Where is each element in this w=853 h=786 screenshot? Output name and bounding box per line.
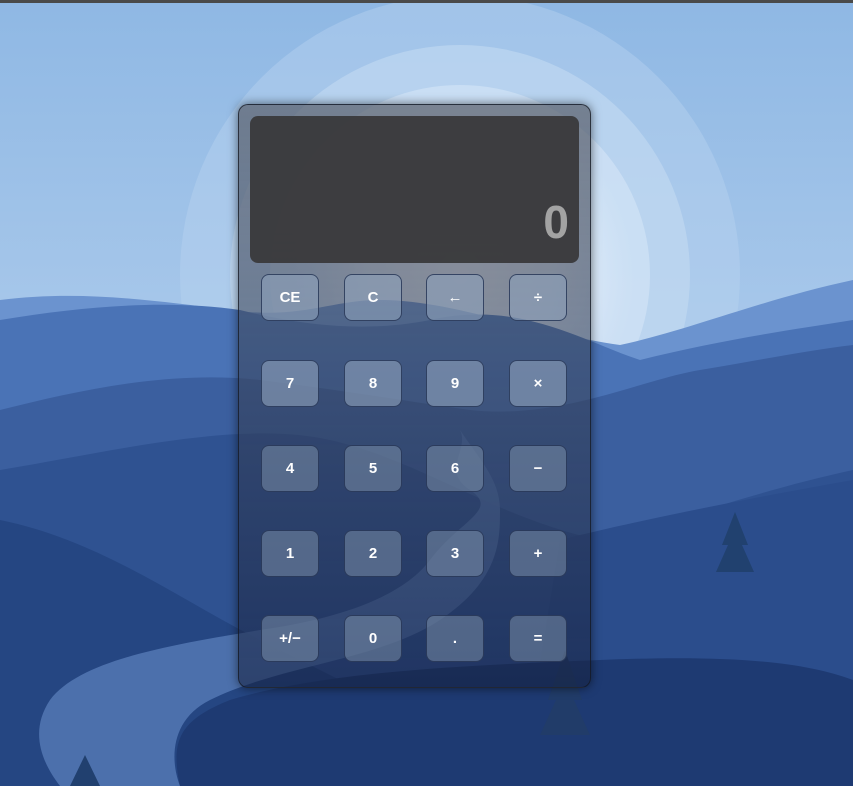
digit-0-button[interactable]: 0	[344, 615, 402, 662]
clear-entry-button[interactable]: CE	[261, 274, 319, 321]
calculator-window: 0 CE C ← ÷ 7 8 9 × 4 5 6 − 1 2 3 + +/− 0…	[238, 104, 591, 688]
digit-8-button[interactable]: 8	[344, 360, 402, 407]
clear-button[interactable]: C	[344, 274, 402, 321]
digit-6-button[interactable]: 6	[426, 445, 484, 492]
digit-1-button[interactable]: 1	[261, 530, 319, 577]
add-button[interactable]: +	[509, 530, 567, 577]
digit-7-button[interactable]: 7	[261, 360, 319, 407]
display-value: 0	[543, 196, 569, 248]
digit-3-button[interactable]: 3	[426, 530, 484, 577]
subtract-button[interactable]: −	[509, 445, 567, 492]
calculator-display: 0	[250, 116, 579, 263]
digit-2-button[interactable]: 2	[344, 530, 402, 577]
divide-button[interactable]: ÷	[509, 274, 567, 321]
digit-9-button[interactable]: 9	[426, 360, 484, 407]
window-top-border	[0, 0, 853, 3]
equals-button[interactable]: =	[509, 615, 567, 662]
backspace-button[interactable]: ←	[426, 274, 484, 321]
multiply-button[interactable]: ×	[509, 360, 567, 407]
decimal-button[interactable]: .	[426, 615, 484, 662]
negate-button[interactable]: +/−	[261, 615, 319, 662]
digit-4-button[interactable]: 4	[261, 445, 319, 492]
digit-5-button[interactable]: 5	[344, 445, 402, 492]
